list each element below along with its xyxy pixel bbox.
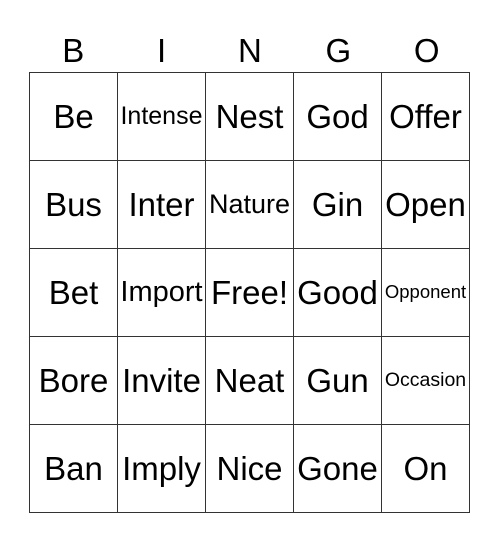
header-letter: B: [62, 32, 85, 69]
cell-word: Open: [385, 186, 466, 223]
bingo-cell[interactable]: Bus: [29, 160, 118, 249]
bingo-cell[interactable]: Imply: [117, 424, 206, 513]
header-letter: G: [325, 32, 352, 69]
cell-word: Intense: [120, 102, 203, 130]
grid-row: Be Intense Nest God Offer: [29, 72, 470, 161]
bingo-cell[interactable]: Gone: [293, 424, 382, 513]
bingo-cell[interactable]: Ban: [29, 424, 118, 513]
grid-row: Ban Imply Nice Gone On: [29, 424, 470, 513]
cell-word: Invite: [122, 362, 201, 399]
bingo-header: B I N G O: [29, 30, 471, 72]
cell-word: Nice: [216, 450, 283, 487]
bingo-cell[interactable]: Bet: [29, 248, 118, 337]
bingo-cell[interactable]: Free!: [205, 248, 294, 337]
bingo-grid: Be Intense Nest God Offer Bus Inter Nature Gin Op…: [29, 72, 470, 513]
bingo-cell[interactable]: Inter: [117, 160, 206, 249]
cell-word: Opponent: [384, 280, 467, 302]
cell-word: Gin: [311, 186, 364, 223]
grid-row: Bet Import Free! Good Opponent: [29, 248, 470, 337]
bingo-cell[interactable]: God: [293, 72, 382, 161]
bingo-cell[interactable]: Bore: [29, 336, 118, 425]
bingo-cell[interactable]: On: [381, 424, 470, 513]
cell-word: Bore: [38, 362, 109, 399]
bingo-cell[interactable]: Be: [29, 72, 118, 161]
bingo-cell[interactable]: Nice: [205, 424, 294, 513]
bingo-cell[interactable]: Gun: [293, 336, 382, 425]
cell-word: Ban: [44, 450, 103, 487]
cell-word: Nature: [208, 189, 291, 219]
header-letter: N: [238, 32, 262, 69]
grid-row: Bore Invite Neat Gun Occasion: [29, 336, 470, 425]
cell-word: Offer: [389, 98, 462, 135]
cell-word: Gun: [306, 362, 369, 399]
bingo-cell[interactable]: Invite: [117, 336, 206, 425]
bingo-cell[interactable]: Intense: [117, 72, 206, 161]
bingo-cell[interactable]: Import: [117, 248, 206, 337]
cell-word: Neat: [214, 362, 285, 399]
grid-row: Bus Inter Nature Gin Open: [29, 160, 470, 249]
cell-word: Good: [297, 274, 378, 311]
cell-word: Inter: [128, 186, 195, 223]
cell-word: Imply: [122, 450, 201, 487]
cell-word: On: [403, 450, 448, 487]
bingo-cell[interactable]: Nature: [205, 160, 294, 249]
bingo-cell[interactable]: Nest: [205, 72, 294, 161]
cell-word: Be: [53, 98, 94, 135]
cell-word: Import: [120, 276, 203, 308]
header-letter: I: [157, 32, 167, 69]
cell-word: Nest: [215, 98, 284, 135]
bingo-cell[interactable]: Occasion: [381, 336, 470, 425]
bingo-cell[interactable]: Offer: [381, 72, 470, 161]
bingo-cell[interactable]: Gin: [293, 160, 382, 249]
bingo-cell[interactable]: Good: [293, 248, 382, 337]
cell-word: Bus: [45, 186, 102, 223]
cell-word: God: [306, 98, 369, 135]
cell-word: Gone: [297, 450, 378, 487]
cell-word: Free!: [210, 274, 289, 311]
header-letter: O: [413, 32, 440, 69]
cell-word: Bet: [48, 274, 99, 311]
bingo-cell[interactable]: Neat: [205, 336, 294, 425]
bingo-cell[interactable]: Opponent: [381, 248, 470, 337]
cell-word: Occasion: [384, 368, 467, 391]
bingo-cell[interactable]: Open: [381, 160, 470, 249]
